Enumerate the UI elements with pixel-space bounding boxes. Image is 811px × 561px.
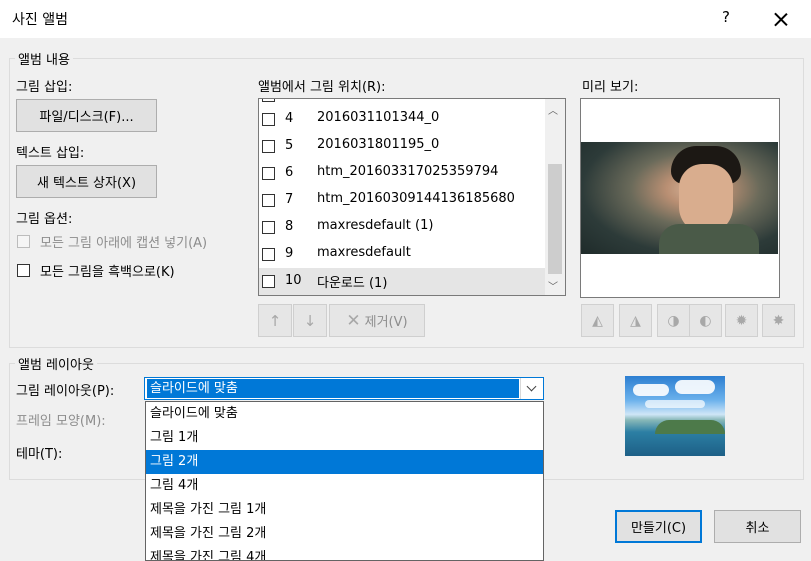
chevron-down-icon[interactable] (520, 378, 543, 399)
list-item-name: htm_20160309144136185680 (317, 191, 515, 206)
list-item-number: 9 (285, 246, 294, 261)
contrast-up-icon[interactable]: ◑ (657, 304, 690, 337)
list-item-number: 4 (285, 111, 294, 126)
list-item-checkbox[interactable] (262, 140, 275, 153)
black-white-checkbox-label: 모든 그림을 흑백으로(K) (40, 265, 175, 280)
list-item-name: htm_201603317025359794 (317, 164, 499, 179)
picture-layout-select[interactable]: 슬라이드에 맞춤 (144, 377, 544, 400)
frame-shape-label: 프레임 모양(M): (16, 414, 106, 429)
picture-position-label: 앨범에서 그림 위치(R): (258, 80, 386, 95)
picture-layout-label: 그림 레이아웃(P): (16, 384, 115, 399)
scrollbar-thumb[interactable] (548, 164, 562, 274)
list-item-checkbox[interactable] (262, 113, 275, 126)
captions-checkbox-label: 모든 그림 아래에 캡션 넣기(A) (40, 236, 208, 251)
list-item[interactable]: 9 maxresdefault (259, 241, 547, 268)
rotate-left-icon[interactable]: ◭ (581, 304, 614, 337)
layout-dropdown-list[interactable]: 슬라이드에 맞춤 그림 1개 그림 2개 그림 4개 제목을 가진 그림 1개 … (145, 401, 544, 561)
list-item-number: 5 (285, 138, 294, 153)
list-item-selected[interactable]: 10 다운로드 (1) (259, 268, 547, 295)
list-item-checkbox[interactable] (262, 194, 275, 207)
list-item[interactable]: 4 2016031101344_0 (259, 106, 547, 133)
black-white-checkbox[interactable] (17, 264, 30, 277)
close-icon[interactable] (766, 5, 796, 33)
insert-picture-label: 그림 삽입: (16, 80, 73, 95)
list-item[interactable]: 7 htm_20160309144136185680 (259, 187, 547, 214)
layout-option[interactable]: 그림 1개 (146, 426, 543, 450)
brightness-up-icon[interactable]: ✹ (725, 304, 758, 337)
layout-option[interactable]: 그림 4개 (146, 474, 543, 498)
list-item-checkbox[interactable] (262, 275, 275, 288)
list-item[interactable]: 5 2016031801195_0 (259, 133, 547, 160)
new-text-box-button[interactable]: 새 텍스트 상자(X) (16, 165, 157, 198)
list-item-number: 7 (285, 192, 294, 207)
remove-x-icon: ✕ (346, 310, 361, 331)
list-item-number: 6 (285, 165, 294, 180)
list-item-name: maxresdefault (1) (317, 218, 434, 233)
preview-image (581, 142, 778, 254)
remove-button[interactable]: ✕ 제거(V) (329, 304, 425, 337)
picture-options-label: 그림 옵션: (16, 212, 73, 227)
window-title: 사진 앨범 (12, 12, 68, 28)
picture-list[interactable]: 4 2016031101344_0 5 2016031801195_0 6 ht… (258, 98, 566, 296)
list-item[interactable]: 8 maxresdefault (1) (259, 214, 547, 241)
file-disk-button[interactable]: 파일/디스크(F)... (16, 99, 157, 132)
list-item-name: maxresdefault (317, 245, 411, 260)
layout-option[interactable]: 제목을 가진 그림 2개 (146, 522, 543, 546)
remove-button-label: 제거(V) (364, 315, 408, 330)
layout-option[interactable]: 제목을 가진 그림 1개 (146, 498, 543, 522)
captions-checkbox[interactable] (17, 235, 30, 248)
list-item-number: 10 (285, 273, 302, 288)
scroll-up-icon[interactable]: ︿ (548, 102, 558, 117)
list-item-number: 8 (285, 219, 294, 234)
picture-layout-value: 슬라이드에 맞춤 (147, 379, 519, 398)
list-item-name: 2016031801195_0 (317, 137, 440, 152)
album-content-legend: 앨범 내용 (15, 49, 73, 68)
list-item-checkbox[interactable] (262, 167, 275, 180)
layout-option-selected[interactable]: 그림 2개 (146, 450, 543, 474)
list-item[interactable]: 6 htm_201603317025359794 (259, 160, 547, 187)
move-down-arrow-icon[interactable]: ↓ (293, 304, 327, 337)
list-item-checkbox[interactable] (262, 248, 275, 261)
contrast-down-icon[interactable]: ◐ (689, 304, 722, 337)
layout-option[interactable]: 제목을 가진 그림 4개 (146, 546, 543, 560)
brightness-down-icon[interactable]: ✸ (762, 304, 795, 337)
move-up-arrow-icon[interactable]: ↑ (258, 304, 292, 337)
theme-label: 테마(T): (16, 447, 63, 462)
list-item-checkbox[interactable] (262, 221, 275, 234)
list-item-partial (259, 99, 547, 104)
list-item-name: 2016031101344_0 (317, 110, 440, 125)
help-button[interactable]: ? (716, 8, 736, 26)
list-item-name: 다운로드 (1) (317, 276, 388, 291)
insert-text-label: 텍스트 삽입: (16, 146, 85, 161)
album-layout-legend: 앨범 레이아웃 (15, 354, 97, 373)
layout-option[interactable]: 슬라이드에 맞춤 (146, 402, 543, 426)
rotate-right-icon[interactable]: ◮ (619, 304, 652, 337)
scroll-down-icon[interactable]: ﹀ (548, 278, 558, 293)
cancel-button[interactable]: 취소 (714, 510, 801, 543)
layout-preview-image (625, 376, 725, 456)
title-bar (0, 0, 811, 38)
create-button[interactable]: 만들기(C) (615, 510, 702, 543)
preview-label: 미리 보기: (582, 80, 639, 95)
